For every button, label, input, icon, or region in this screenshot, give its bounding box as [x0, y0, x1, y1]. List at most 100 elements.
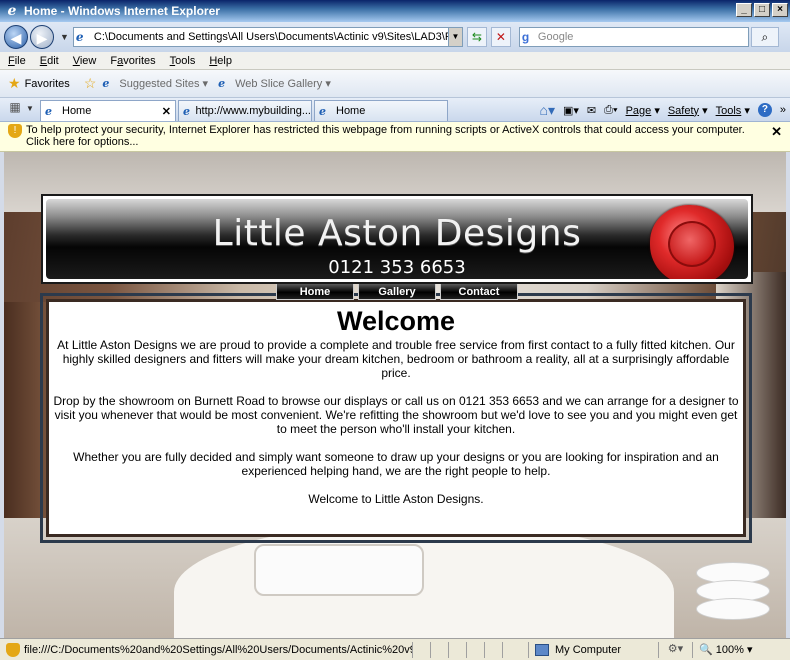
- page-viewport: Little Aston Designs 0121 353 6653 Welco…: [4, 152, 786, 638]
- info-bar-text[interactable]: To help protect your security, Internet …: [26, 124, 764, 151]
- more-commands-button[interactable]: »: [780, 104, 786, 116]
- security-status-icon: [6, 642, 20, 657]
- security-info-bar[interactable]: ! To help protect your security, Interne…: [0, 122, 790, 152]
- maximize-button[interactable]: □: [754, 3, 770, 17]
- background-plate: [696, 598, 770, 620]
- close-info-bar-icon[interactable]: ✕: [771, 125, 782, 138]
- page-title: Welcome: [336, 306, 456, 336]
- forward-button[interactable]: ▶: [30, 25, 54, 49]
- ie-page-icon: e: [183, 104, 190, 118]
- address-row: ◀ ▶ ▼ e C:\Documents and Settings\All Us…: [0, 22, 790, 52]
- zoom-icon: 🔍: [699, 644, 713, 656]
- menu-favorites[interactable]: Favorites: [110, 55, 155, 67]
- window-controls: _ □ ×: [736, 3, 788, 17]
- content-frame: Welcome At Little Aston Designs we are p…: [40, 293, 752, 543]
- tab-list-dropdown[interactable]: ▼: [24, 100, 36, 118]
- status-segment: [430, 641, 448, 658]
- security-zone[interactable]: My Computer: [528, 641, 658, 658]
- favorites-star-icon: ★: [8, 75, 21, 91]
- tools-menu-label: Tools: [715, 104, 742, 117]
- google-icon: g: [521, 30, 530, 44]
- tools-menu[interactable]: Tools ▾: [716, 104, 750, 117]
- nav-gallery-button[interactable]: Gallery: [358, 284, 436, 300]
- menu-bar: File Edit View Favorites Tools Help: [0, 52, 790, 70]
- showroom-paragraph: Drop by the showroom on Burnett Road to …: [53, 394, 739, 436]
- tab-home[interactable]: e Home ✕: [40, 100, 176, 121]
- ie-page-icon: e: [319, 104, 326, 118]
- address-dropdown-button[interactable]: ▼: [447, 28, 462, 46]
- tab-home-2[interactable]: e Home: [314, 100, 448, 121]
- close-tab-icon[interactable]: ✕: [162, 105, 171, 118]
- stop-button[interactable]: ✕: [490, 27, 511, 47]
- search-placeholder: Google: [537, 31, 574, 43]
- ie-page-icon: e: [102, 76, 110, 90]
- page-menu[interactable]: Page ▾: [626, 104, 660, 117]
- search-button[interactable]: ⌕: [750, 27, 779, 47]
- menu-view[interactable]: View: [73, 55, 97, 67]
- home-icon[interactable]: ⌂▾: [540, 102, 555, 119]
- site-brand: Little Aston Designs: [212, 213, 582, 254]
- back-button[interactable]: ◀: [4, 25, 28, 49]
- ie-page-icon: e: [45, 104, 52, 118]
- status-segment: [466, 641, 484, 658]
- tab-label: http://www.mybuilding...: [195, 105, 311, 117]
- site-header: Little Aston Designs 0121 353 6653: [41, 194, 753, 284]
- status-segment: [502, 641, 520, 658]
- favorites-button[interactable]: Favorites: [25, 78, 70, 90]
- status-segment: [412, 641, 430, 658]
- safety-menu[interactable]: Safety ▾: [668, 104, 708, 117]
- minimize-button[interactable]: _: [736, 3, 752, 17]
- window-title: Home - Windows Internet Explorer: [24, 4, 220, 18]
- zone-label: My Computer: [555, 643, 622, 656]
- status-bar: file:///C:/Documents%20and%20Settings/Al…: [0, 638, 790, 660]
- safety-menu-label: Safety: [667, 104, 700, 117]
- favorites-bar: ★ Favorites ☆ e Suggested Sites ▾ e Web …: [0, 70, 790, 98]
- protected-mode-icon[interactable]: ⚙▾: [658, 641, 692, 658]
- menu-help[interactable]: Help: [209, 55, 232, 67]
- content-box: Welcome At Little Aston Designs we are p…: [46, 299, 746, 537]
- recent-pages-dropdown[interactable]: ▼: [60, 32, 69, 42]
- zoom-level: 100%: [715, 643, 744, 656]
- search-input[interactable]: g Google: [518, 27, 749, 47]
- web-slice-gallery-label: Web Slice Gallery: [235, 77, 323, 90]
- menu-edit[interactable]: Edit: [40, 55, 59, 67]
- welcome-line: Welcome to Little Aston Designs.: [308, 492, 484, 506]
- page-menu-label: Page: [625, 104, 652, 117]
- intro-paragraph: At Little Aston Designs we are proud to …: [57, 338, 735, 380]
- suggested-sites-link[interactable]: e Suggested Sites ▾: [102, 77, 208, 91]
- site-banner: Little Aston Designs 0121 353 6653: [46, 199, 748, 279]
- title-bar: e Home - Windows Internet Explorer _ □ ×: [0, 0, 790, 22]
- quick-tabs-icon[interactable]: ▦: [6, 100, 24, 118]
- help-icon[interactable]: ?: [757, 103, 772, 117]
- ie-page-icon: e: [218, 76, 226, 90]
- status-segment: [448, 641, 466, 658]
- print-icon[interactable]: ⎙▾: [604, 104, 617, 117]
- site-nav: Home Gallery Contact: [276, 284, 518, 300]
- nav-contact-button[interactable]: Contact: [440, 284, 518, 300]
- refresh-button[interactable]: ⇆: [466, 27, 487, 47]
- close-button[interactable]: ×: [772, 3, 788, 17]
- address-field[interactable]: e C:\Documents and Settings\All Users\Do…: [72, 27, 463, 47]
- nav-home-button[interactable]: Home: [276, 284, 354, 300]
- page-icon: e: [75, 30, 84, 44]
- tab-label: Home: [336, 105, 366, 117]
- tab-label: Home: [62, 105, 92, 117]
- status-segment: [484, 641, 502, 658]
- feeds-icon[interactable]: ▣▾: [563, 104, 579, 117]
- zoom-control[interactable]: 🔍 100% ▾: [692, 641, 752, 658]
- shield-icon: !: [8, 124, 22, 138]
- web-slice-gallery-link[interactable]: e Web Slice Gallery ▾: [218, 77, 331, 91]
- mail-icon[interactable]: ✉: [587, 104, 596, 117]
- menu-file[interactable]: File: [8, 55, 26, 67]
- computer-icon: [535, 643, 549, 656]
- ie-logo-icon: e: [7, 3, 17, 19]
- address-text[interactable]: C:\Documents and Settings\All Users\Docu…: [94, 31, 448, 43]
- add-favorite-icon[interactable]: ☆: [84, 75, 97, 92]
- command-bar: ⌂▾ ▣▾ ✉ ⎙▾ Page ▾ Safety ▾ Tools ▾ ? »: [532, 100, 786, 120]
- tab-mybuilding[interactable]: e http://www.mybuilding...: [178, 100, 312, 121]
- status-url: file:///C:/Documents%20and%20Settings/Al…: [24, 643, 412, 656]
- menu-tools[interactable]: Tools: [170, 55, 196, 67]
- wax-seal-center: [668, 221, 716, 267]
- background-sink: [254, 544, 424, 596]
- site-phone: 0121 353 6653: [328, 257, 466, 278]
